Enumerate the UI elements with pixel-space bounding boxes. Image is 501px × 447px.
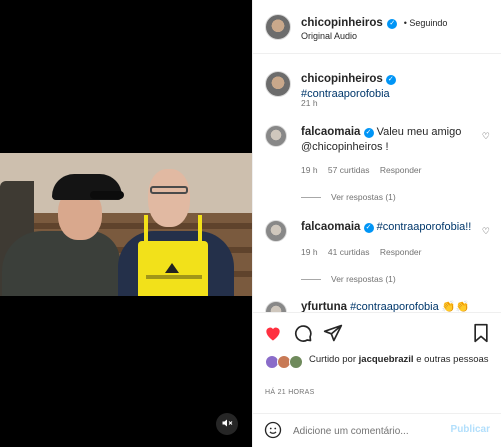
caption-time: 21 h: [301, 98, 318, 108]
replies-dash: [301, 197, 321, 199]
view-replies-button[interactable]: Ver respostas (1): [301, 274, 396, 284]
comment-text[interactable]: #contraaporofobia!!: [377, 221, 472, 233]
comment-like-heart-icon[interactable]: ♡: [482, 131, 490, 142]
replies-dash: [301, 279, 321, 281]
comment-text-line: falcaomaia ✓ Valeu meu amigo @chicopinhe…: [301, 125, 481, 155]
person-right-face: [148, 169, 190, 227]
verified-icon: ✓: [387, 19, 398, 29]
follow-status[interactable]: • Seguindo: [404, 18, 448, 28]
comment-text[interactable]: #contraaporofobia 👏👏: [350, 301, 469, 312]
person-left-body: [2, 231, 120, 296]
comment-username[interactable]: falcaomaia: [301, 221, 360, 233]
commenter-avatar[interactable]: [265, 125, 287, 147]
publish-button[interactable]: Publicar: [451, 424, 490, 435]
post-actions: Curtido por jacquebrazil e outras pessoa…: [253, 312, 501, 446]
emoji-icon[interactable]: [264, 421, 282, 444]
audio-label[interactable]: Original Audio: [301, 31, 357, 41]
liker-avatar[interactable]: [289, 355, 303, 369]
comments-list[interactable]: chicopinheiros ✓ #contraaporofobia 21 h …: [253, 55, 501, 312]
comment-input[interactable]: [293, 423, 443, 439]
caption-username[interactable]: chicopinheiros: [301, 73, 383, 85]
video-player[interactable]: [0, 153, 252, 296]
media-pane: [0, 0, 252, 447]
bookmark-icon[interactable]: [472, 323, 490, 347]
verified-icon: ✓: [363, 128, 374, 138]
verified-icon: ✓: [363, 223, 374, 233]
heart-icon[interactable]: [263, 323, 283, 347]
comment-time: 19 h: [301, 165, 318, 175]
apron-print: [146, 275, 202, 279]
share-icon[interactable]: [323, 323, 343, 347]
comment-composer: Publicar: [253, 413, 501, 447]
commenter-avatar[interactable]: [265, 301, 287, 312]
reply-button[interactable]: Responder: [380, 247, 422, 257]
post-timestamp[interactable]: HÁ 21 HORAS: [265, 389, 315, 396]
liked-by-text: Curtido por jacquebrazil e outras pessoa…: [309, 354, 489, 366]
post-modal: chicopinheiros ✓ • Seguindo Original Aud…: [0, 0, 501, 447]
view-replies-label: Ver respostas (1): [331, 274, 396, 284]
post-details-panel: chicopinheiros ✓ • Seguindo Original Aud…: [252, 0, 501, 447]
author-avatar[interactable]: [265, 14, 291, 40]
person-right-glasses: [150, 186, 188, 194]
liked-by-user[interactable]: jacquebrazil: [359, 354, 414, 365]
post-header: chicopinheiros ✓ • Seguindo Original Aud…: [253, 0, 501, 54]
view-replies-label: Ver respostas (1): [331, 192, 396, 202]
comment-text-line: yfurtuna #contraaporofobia 👏👏: [301, 300, 481, 312]
author-username[interactable]: chicopinheiros: [301, 17, 383, 29]
caption-avatar[interactable]: [265, 71, 291, 97]
comment-likes[interactable]: 41 curtidas: [328, 247, 370, 257]
comment-time: 19 h: [301, 247, 318, 257]
reply-button[interactable]: Responder: [380, 165, 422, 175]
comment-username[interactable]: yfurtuna: [301, 301, 347, 312]
liked-by-suffix[interactable]: e outras pessoas: [416, 354, 488, 365]
comment-meta: 19 h 57 curtidas Responder: [301, 165, 429, 175]
comment-icon[interactable]: [293, 323, 313, 347]
person-left-cap-brim: [90, 191, 124, 199]
comment-text-line: falcaomaia ✓ #contraaporofobia!!: [301, 220, 481, 235]
view-replies-button[interactable]: Ver respostas (1): [301, 192, 396, 202]
comment-like-heart-icon[interactable]: ♡: [482, 226, 490, 237]
comment-likes[interactable]: 57 curtidas: [328, 165, 370, 175]
verified-icon: ✓: [385, 75, 396, 85]
liked-by-prefix: Curtido por: [309, 354, 356, 365]
commenter-avatar[interactable]: [265, 220, 287, 242]
bench-slat: [0, 223, 252, 229]
mute-icon[interactable]: [216, 413, 238, 435]
caption-text-line: chicopinheiros ✓ #contraaporofobia: [301, 72, 481, 102]
header-title-line: chicopinheiros ✓ • Seguindo: [301, 13, 447, 31]
comment-meta: 19 h 41 curtidas Responder: [301, 247, 429, 257]
comment-username[interactable]: falcaomaia: [301, 126, 360, 138]
